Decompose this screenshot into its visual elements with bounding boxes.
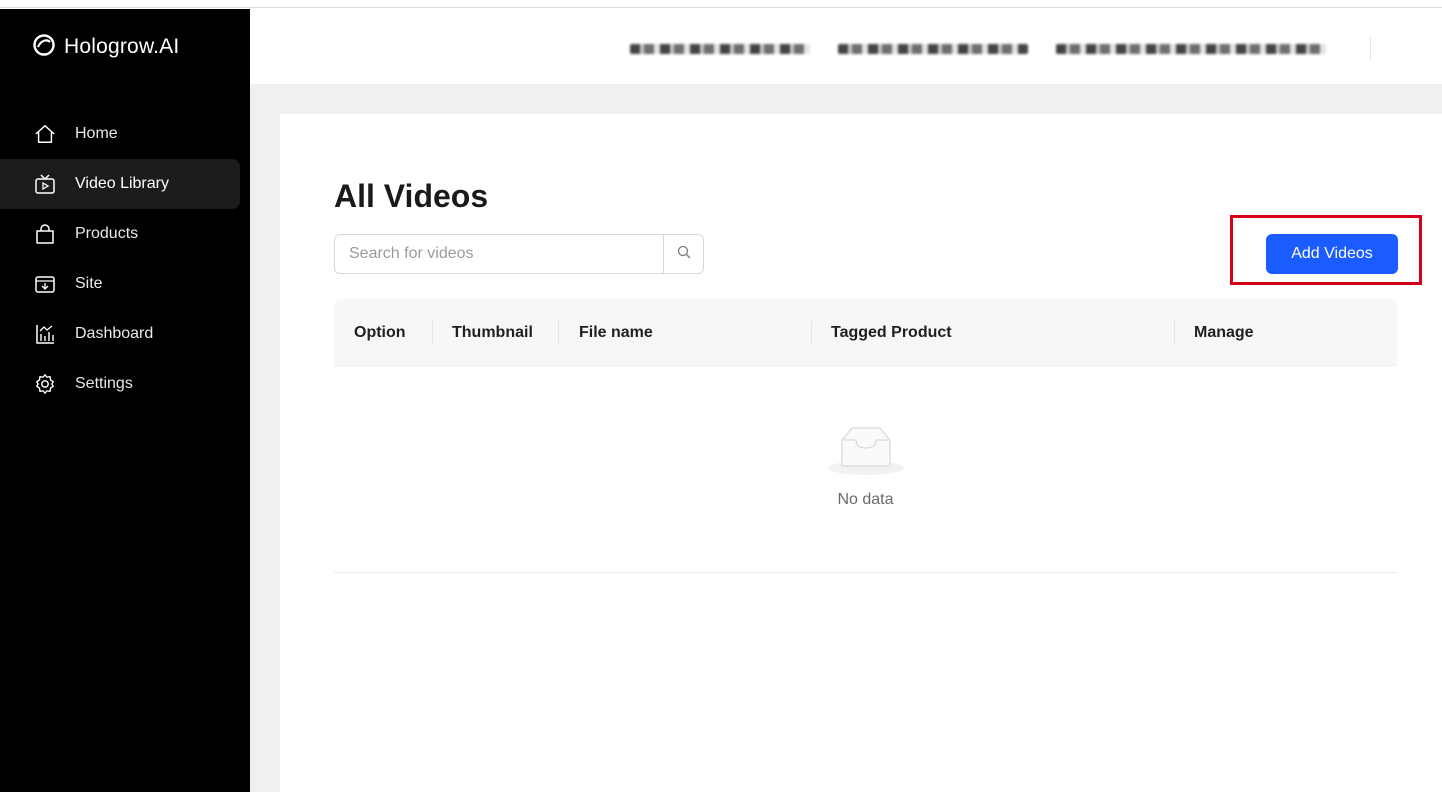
sidebar-item-products[interactable]: Products: [0, 209, 240, 259]
gear-icon: [34, 373, 56, 395]
column-separator: [432, 321, 433, 345]
sidebar-item-settings[interactable]: Settings: [0, 359, 240, 409]
top-border: [0, 0, 1442, 8]
sidebar-item-label: Settings: [75, 375, 133, 392]
column-separator: [558, 321, 559, 345]
search-button[interactable]: [663, 235, 703, 273]
column-header-option[interactable]: Option: [354, 299, 406, 366]
column-separator: [1174, 321, 1175, 345]
sidebar-item-site[interactable]: Site: [0, 259, 240, 309]
content-panel: All Videos Add Videos Option Thumbnail F: [280, 114, 1442, 792]
search-icon: [677, 245, 691, 264]
blurred-header-content: [630, 33, 1372, 65]
site-download-icon: [34, 273, 56, 295]
sidebar-item-label: Dashboard: [75, 325, 154, 342]
sidebar-nav: Home Video Library Products Site Dashboa…: [0, 109, 250, 409]
hologrow-logo-icon: [32, 33, 56, 62]
header-divider: [1370, 37, 1371, 61]
table-empty-state: No data: [334, 366, 1397, 573]
blurred-text: [838, 44, 1028, 54]
sidebar-item-label: Products: [75, 225, 139, 242]
app-root: Hologrow.AI Home Video Library Products: [0, 0, 1442, 792]
search-input[interactable]: [335, 235, 663, 273]
sidebar-item-label: Home: [75, 125, 118, 142]
column-header-file-name[interactable]: File name: [579, 299, 653, 366]
tv-play-icon: [34, 173, 56, 195]
top-header: [250, 9, 1442, 84]
sidebar-item-dashboard[interactable]: Dashboard: [0, 309, 240, 359]
blurred-text: [1056, 44, 1326, 54]
column-header-manage[interactable]: Manage: [1194, 299, 1254, 366]
column-separator: [811, 321, 812, 345]
home-icon: [34, 123, 56, 145]
search-box: [334, 234, 704, 274]
column-header-thumbnail[interactable]: Thumbnail: [452, 299, 533, 366]
empty-inbox-icon: [824, 422, 908, 483]
shopping-bag-icon: [34, 223, 56, 245]
bar-chart-icon: [34, 323, 56, 345]
sidebar: Hologrow.AI Home Video Library Products: [0, 9, 250, 792]
add-videos-button[interactable]: Add Videos: [1266, 234, 1398, 274]
brand-name: Hologrow.AI: [64, 35, 180, 58]
empty-text: No data: [837, 491, 894, 508]
blurred-text: [630, 44, 810, 54]
page-title: All Videos: [334, 178, 489, 214]
column-header-tagged-product[interactable]: Tagged Product: [831, 299, 952, 366]
brand-logo[interactable]: Hologrow.AI: [32, 29, 179, 65]
table-header: Option Thumbnail File name Tagged Produc…: [334, 299, 1397, 366]
sidebar-item-video-library[interactable]: Video Library: [0, 159, 240, 209]
sidebar-item-home[interactable]: Home: [0, 109, 240, 159]
main-canvas: All Videos Add Videos Option Thumbnail F: [250, 84, 1442, 792]
sidebar-item-label: Video Library: [75, 175, 169, 192]
sidebar-item-label: Site: [75, 275, 103, 292]
videos-table: Option Thumbnail File name Tagged Produc…: [334, 299, 1397, 573]
